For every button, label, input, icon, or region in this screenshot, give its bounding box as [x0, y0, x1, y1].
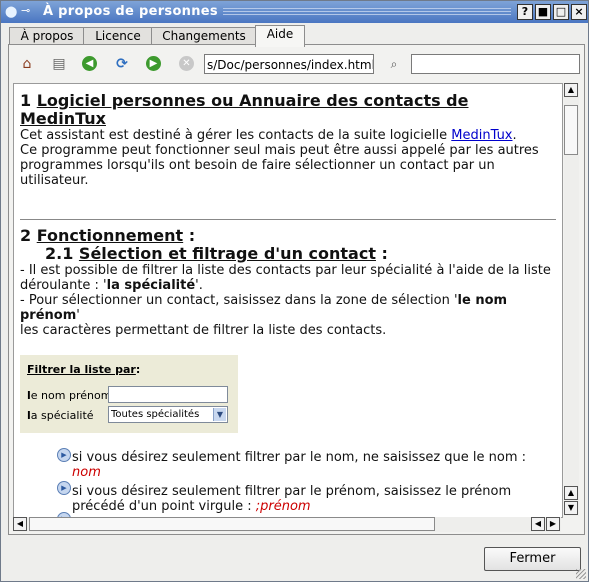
help-button[interactable]: ? [517, 4, 533, 20]
filter-characters-instruction: les caractères permettant de filtrer la … [20, 323, 387, 338]
section-1-heading: 1 Logiciel personnes ou Annuaire des con… [20, 91, 469, 128]
help-content: 1 Logiciel personnes ou Annuaire des con… [20, 91, 560, 189]
horizontal-scroll-thumb[interactable] [29, 517, 435, 531]
name-input-example[interactable] [108, 386, 228, 403]
maximize-button[interactable]: □ [553, 4, 569, 20]
home-icon[interactable]: ⌂ [17, 54, 37, 74]
url-field[interactable]: s/Doc/personnes/index.html [204, 54, 374, 74]
bullet-firstname-filter: si vous désirez seulement filtrer par le… [72, 484, 512, 514]
filter-specialty-instruction: - Il est possible de filtrer la liste de… [20, 263, 551, 293]
section-2-1-heading: 2.1 Sélection et filtrage d'un contact : [45, 244, 388, 263]
stop-icon[interactable]: ✕ [179, 56, 194, 71]
window-title: À propos de personnes [43, 4, 218, 19]
section-1-title: Logiciel personnes ou Annuaire des conta… [20, 91, 469, 128]
scroll-up-button-2[interactable]: ▲ [564, 486, 578, 500]
chevron-down-icon[interactable]: ▼ [213, 408, 226, 421]
close-window-button[interactable]: × [571, 4, 587, 20]
title-decoration [223, 8, 511, 17]
resize-grip[interactable] [576, 569, 586, 579]
section-2-content: 2 Fonctionnement : 2.1 Sélection et filt… [20, 226, 560, 339]
browser-toolbar: ⌂ ▤ ◀ ⟳ ▶ ✕ s/Doc/personnes/index.html ⌕ [9, 45, 584, 81]
forward-icon[interactable]: ▶ [146, 56, 161, 71]
pin-icon[interactable]: ⊸ [21, 4, 30, 17]
back-icon[interactable]: ◀ [82, 56, 97, 71]
close-button[interactable]: Fermer [484, 547, 581, 571]
scroll-left-button-2[interactable]: ◀ [531, 517, 545, 531]
scroll-down-button[interactable]: ▼ [564, 501, 578, 515]
name-label: le nom prénom [27, 389, 112, 402]
reload-icon[interactable]: ⟳ [112, 54, 132, 74]
medintux-link[interactable]: MedinTux [451, 128, 512, 143]
select-contact-instruction: - Pour sélectionner un contact, saisisse… [20, 293, 508, 323]
print-icon[interactable]: ▤ [49, 54, 69, 74]
vertical-scroll-thumb[interactable] [564, 105, 578, 155]
help-document-view[interactable]: 1 Logiciel personnes ou Annuaire des con… [13, 83, 563, 518]
specialty-label: la spécialité [27, 409, 94, 422]
bullet-icon: ▶ [57, 448, 71, 462]
horizontal-scrollbar[interactable]: ◀ ◀ ▶ [13, 517, 561, 532]
minimize-button[interactable]: ■ [535, 4, 551, 20]
filter-example-form: Filtrer la liste par : le nom prénom la … [20, 355, 238, 433]
vertical-scrollbar[interactable]: ▲ ▲ ▼ [564, 83, 579, 516]
section-1-paragraph-1: Cet assistant est destiné à gérer les co… [20, 128, 517, 143]
section-divider [20, 219, 556, 220]
scroll-up-button[interactable]: ▲ [564, 83, 578, 97]
search-input[interactable] [411, 54, 580, 74]
bullet-icon: ▶ [57, 481, 71, 495]
section-2-heading: 2 Fonctionnement : [20, 226, 196, 245]
specialty-select-example[interactable]: Toutes spécialités ▼ [108, 406, 228, 423]
app-icon: ⬤ [5, 5, 18, 18]
section-1-paragraph-2: Ce programme peut fonctionner seul mais … [20, 143, 539, 188]
filter-form-title: Filtrer la liste par : [27, 363, 141, 376]
bullet-name-filter: si vous désirez seulement filtrer par le… [72, 450, 527, 480]
title-bar[interactable]: ⬤ ⊸ À propos de personnes ? ■ □ × [1, 1, 588, 23]
tab-aide[interactable]: Aide [255, 25, 305, 47]
scroll-left-button[interactable]: ◀ [13, 517, 27, 531]
scroll-right-button[interactable]: ▶ [546, 517, 560, 531]
help-panel: ⌂ ▤ ◀ ⟳ ▶ ✕ s/Doc/personnes/index.html ⌕… [8, 44, 585, 535]
about-window: ⬤ ⊸ À propos de personnes ? ■ □ × À prop… [0, 0, 589, 582]
search-icon[interactable]: ⌕ [384, 54, 404, 74]
